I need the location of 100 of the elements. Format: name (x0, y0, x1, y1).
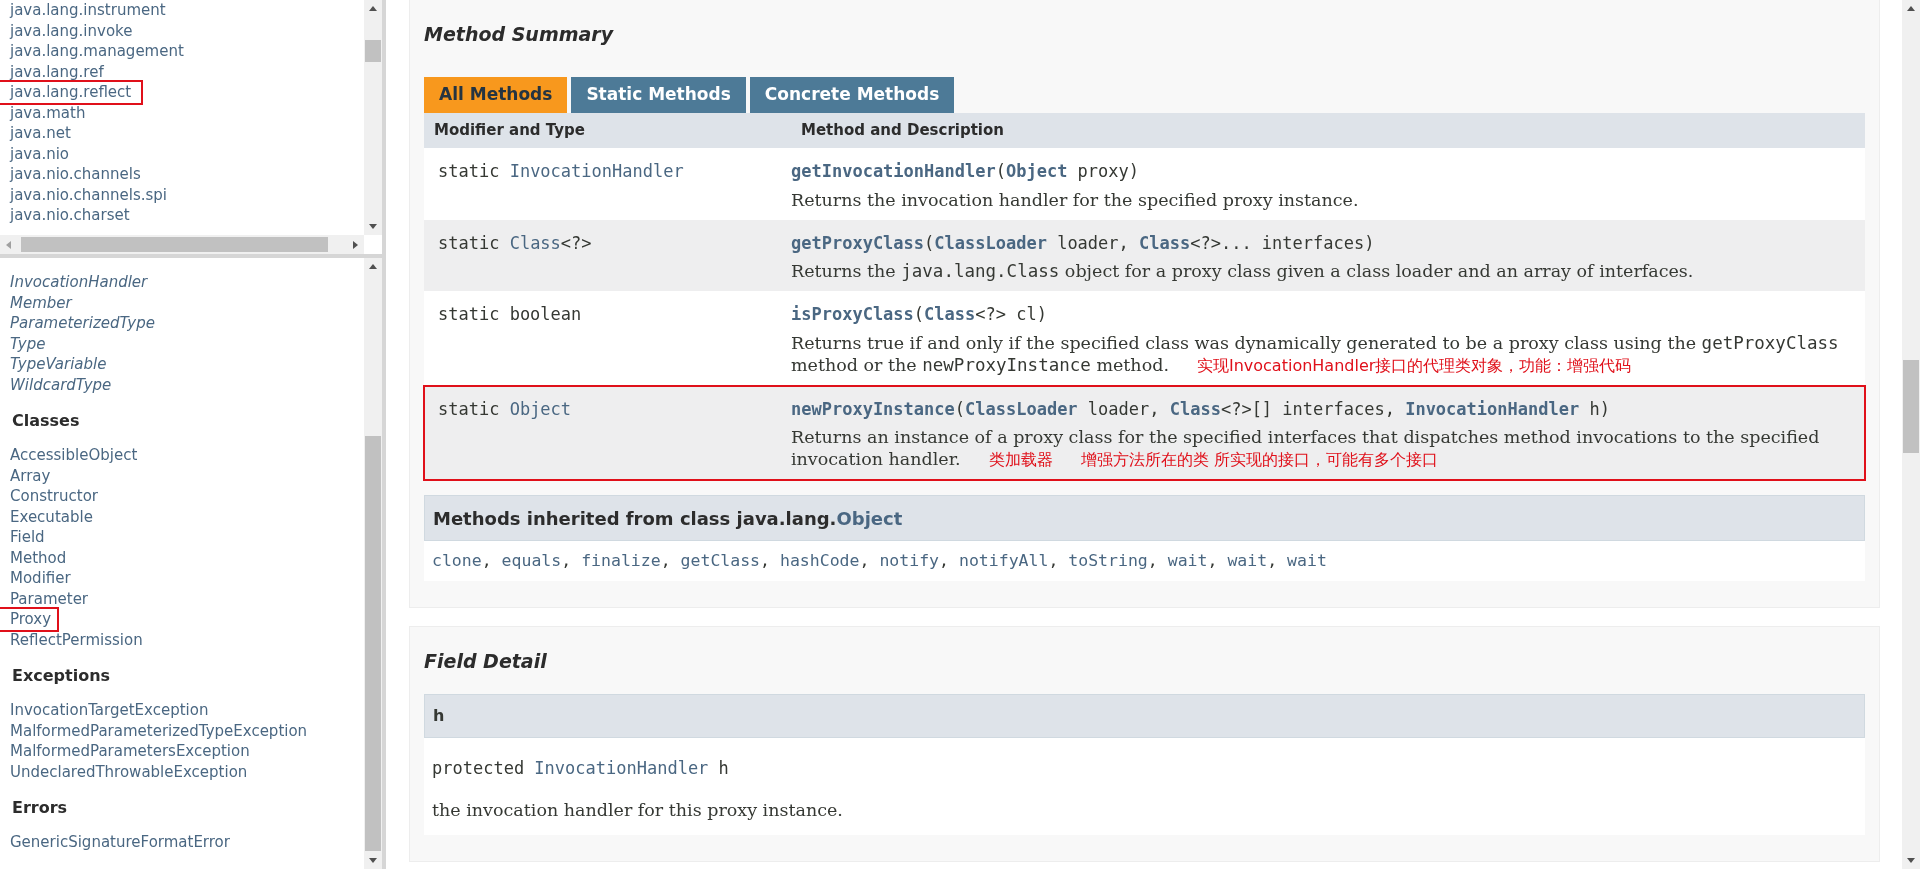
api-link[interactable]: InvocationHandler (1405, 398, 1580, 419)
method-description: Returns the invocation handler for the specified proxy instance. (791, 188, 1360, 211)
code-text: static (438, 161, 501, 181)
nav-link[interactable]: MalformedParameterizedTypeException (0, 720, 314, 741)
nav-link[interactable]: Proxy (0, 609, 58, 630)
field-description: the invocation handler for this proxy instance. (432, 798, 844, 822)
nav-link[interactable]: Parameter (0, 588, 95, 609)
package-link[interactable]: java.lang.management (0, 41, 194, 62)
package-link[interactable]: java.lang.instrument (0, 0, 176, 21)
scrollbar[interactable] (364, 258, 382, 869)
code-text: <?>... interfaces) (1190, 232, 1375, 253)
scroll-down-icon[interactable] (369, 224, 377, 230)
nav-link[interactable]: AccessibleObject (0, 445, 144, 466)
nav-link[interactable]: MalformedParametersException (0, 741, 256, 762)
annotation-note: 增强方法所在的类 所实现的接口，可能有多个接口 (1080, 450, 1438, 469)
package-link[interactable]: java.net (0, 123, 81, 144)
section-title: Method Summary (424, 22, 615, 47)
api-link[interactable]: InvocationHandler (534, 758, 709, 778)
api-link[interactable]: wait (1167, 548, 1208, 574)
code-text: h (717, 758, 729, 778)
nav-link[interactable]: TypeVariable (0, 354, 113, 375)
nav-link[interactable]: InvocationTargetException (0, 700, 215, 721)
scroll-thumb[interactable] (365, 436, 381, 851)
method-description: Returns an instance of a proxy class for the specified interfaces that dispatches method invocations to the specified invocation handler. 类加载器 增强方法所在的类 所实现的接口，可能有多个接口 (791, 426, 1821, 471)
api-link[interactable]: Object (1005, 161, 1068, 181)
inherited-heading: Methods inherited from class java.lang. (433, 506, 837, 531)
nav-link[interactable]: InvocationHandler (0, 272, 154, 293)
api-link[interactable]: equals (501, 548, 562, 574)
api-link[interactable]: Object (509, 398, 572, 419)
api-link[interactable]: clone (432, 548, 482, 574)
scroll-thumb[interactable] (365, 40, 381, 62)
nav-link[interactable]: GenericSignatureFormatError (0, 832, 236, 853)
api-link[interactable]: wait (1227, 548, 1268, 574)
scroll-up-icon[interactable] (369, 6, 377, 11)
nav-link[interactable]: Field (0, 527, 51, 548)
package-link[interactable]: java.lang.invoke (0, 20, 143, 41)
nav-link[interactable]: Member (0, 292, 78, 313)
api-link[interactable]: getProxyClass (791, 232, 925, 253)
scroll-thumb[interactable] (1903, 360, 1919, 453)
api-link[interactable]: newProxyInstance (791, 398, 955, 419)
separator-text: , (939, 549, 949, 572)
code-text: proxy) (1076, 161, 1140, 181)
package-link[interactable]: java.nio (0, 143, 80, 164)
annotation-note: 类加载器 (988, 450, 1053, 469)
api-link[interactable]: hashCode (780, 548, 860, 574)
nav-link[interactable]: Constructor (0, 486, 104, 507)
nav-link[interactable]: Type (0, 333, 52, 354)
api-link[interactable]: finalize (581, 548, 661, 574)
nav-link[interactable]: Executable (0, 506, 99, 527)
method-tab[interactable]: All Methods (424, 77, 568, 113)
nav-link[interactable]: ReflectPermission (0, 629, 149, 650)
api-link[interactable]: wait (1287, 548, 1327, 574)
api-link[interactable]: ClassLoader (965, 398, 1078, 419)
scrollbar[interactable] (1902, 0, 1920, 869)
api-link[interactable]: getClass (680, 548, 761, 574)
scroll-down-icon[interactable] (369, 858, 377, 863)
api-link[interactable]: Class (509, 232, 561, 253)
code-text: static (438, 232, 501, 253)
section-title: Field Detail (424, 649, 548, 674)
package-link[interactable]: java.nio.charset (0, 205, 140, 226)
api-link[interactable]: Class (1169, 398, 1221, 419)
section-heading: Errors (11, 797, 69, 819)
scroll-up-icon[interactable] (1907, 6, 1915, 11)
api-link[interactable]: notify (879, 548, 940, 574)
column-header: Modifier and Type (433, 120, 586, 142)
api-link[interactable]: Object (836, 504, 903, 532)
api-link[interactable]: isProxyClass (791, 304, 914, 324)
nav-link[interactable]: WildcardType (0, 374, 118, 395)
api-link[interactable]: notifyAll (958, 548, 1049, 574)
scroll-up-icon[interactable] (369, 264, 377, 269)
annotation-note: 实现InvocationHandler接口的代理类对象，功能：增强代码 (1196, 355, 1632, 375)
api-link[interactable]: ClassLoader (934, 232, 1047, 253)
package-link[interactable]: java.lang.ref (0, 61, 114, 82)
scroll-down-icon[interactable] (1907, 858, 1915, 863)
api-link[interactable]: InvocationHandler (509, 161, 684, 181)
scroll-thumb[interactable] (21, 237, 328, 252)
method-tab[interactable]: Concrete Methods (749, 77, 955, 113)
nav-link[interactable]: UndeclaredThrowableException (0, 761, 254, 782)
nav-link[interactable]: Array (0, 465, 57, 486)
method-tab[interactable]: Static Methods (571, 77, 746, 113)
code-text: protected (432, 758, 526, 778)
nav-link[interactable]: Modifier (0, 568, 77, 589)
package-link[interactable]: java.math (0, 102, 96, 123)
api-link[interactable]: getInvocationHandler (791, 161, 996, 181)
code-text: ( (924, 232, 935, 253)
scrollbar[interactable] (364, 0, 382, 236)
package-link[interactable]: java.nio.channels (0, 164, 151, 185)
scroll-right-icon[interactable] (353, 241, 358, 250)
package-link[interactable]: java.nio.channels.spi (0, 184, 177, 205)
section-heading: Exceptions (11, 665, 112, 687)
api-link[interactable]: Class (1139, 232, 1191, 253)
field-heading: h (424, 694, 1865, 738)
api-link[interactable]: Class (924, 304, 976, 324)
api-link[interactable]: toString (1068, 548, 1148, 574)
separator-text: , (859, 549, 870, 572)
nav-link[interactable]: ParameterizedType (0, 313, 161, 334)
scrollbar[interactable] (0, 235, 364, 254)
package-link[interactable]: java.lang.reflect (0, 82, 142, 103)
scroll-left-icon[interactable] (6, 241, 11, 250)
nav-link[interactable]: Method (0, 547, 73, 568)
